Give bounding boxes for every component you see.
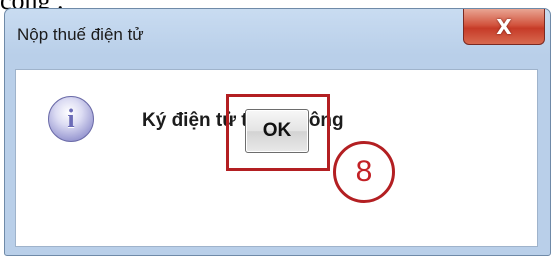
info-icon: i [48,96,94,142]
step-number-badge: 8 [333,141,395,203]
info-icon-glyph: i [67,104,75,133]
dialog-title: Nộp thuế điện tử [17,25,144,44]
close-button[interactable]: X [463,9,545,45]
close-icon: X [496,14,512,39]
ok-button[interactable]: OK [245,109,309,153]
